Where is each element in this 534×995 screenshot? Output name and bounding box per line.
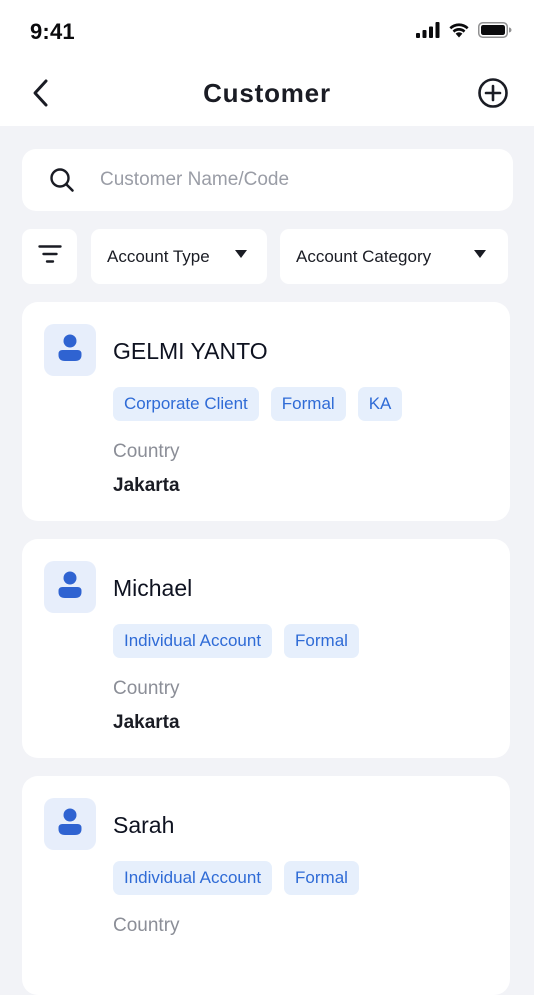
avatar [44, 324, 96, 376]
user-icon [57, 807, 83, 842]
status-bar: 9:41 [0, 0, 534, 66]
avatar [44, 561, 96, 613]
country-label: Country [113, 441, 180, 462]
customer-name: Michael [113, 575, 193, 601]
customer-name: GELMI YANTO [113, 338, 268, 364]
tag-badge: Individual Account [113, 861, 273, 895]
country-label: Country [113, 678, 180, 699]
tag-badge: Formal [284, 861, 359, 895]
customer-card[interactable]: Sarah Individual Account Formal Country [22, 776, 510, 995]
tag-badge: Formal [270, 387, 346, 421]
tag-badge: Individual Account [113, 624, 273, 658]
plus-circle-icon [477, 77, 509, 114]
battery-icon [478, 22, 512, 43]
customer-name: Sarah [113, 812, 175, 838]
filter-button[interactable] [22, 229, 77, 284]
country-value: Jakarta [113, 712, 180, 733]
status-time: 9:41 [30, 19, 75, 44]
tag-badge: Corporate Client [113, 387, 259, 421]
account-category-dropdown[interactable]: Account Category [280, 229, 508, 284]
caret-down-icon [474, 250, 486, 258]
search-bar [22, 149, 513, 211]
user-icon [57, 570, 83, 605]
account-type-dropdown[interactable]: Account Type [91, 229, 267, 284]
filter-bar: Account Type Account Category [22, 229, 512, 284]
account-category-label: Account Category [296, 246, 432, 266]
tag-badge: Formal [284, 624, 359, 658]
top-bar: 9:41 Customer [0, 0, 534, 126]
customer-card[interactable]: Michael Individual Account Formal Countr… [22, 539, 510, 758]
signal-icon [416, 22, 440, 43]
avatar [44, 798, 96, 850]
nav-bar: Customer [0, 66, 534, 126]
add-customer-button[interactable] [474, 76, 512, 114]
account-type-label: Account Type [107, 246, 210, 266]
filter-icon [37, 244, 62, 269]
customer-card[interactable]: GELMI YANTO Corporate Client Formal KA C… [22, 302, 510, 521]
country-label: Country [113, 915, 180, 936]
caret-down-icon [235, 250, 247, 258]
customer-tags: Individual Account Formal [113, 861, 359, 895]
status-icons [416, 22, 512, 43]
page-title: Customer [203, 78, 331, 108]
country-value: Jakarta [113, 475, 180, 496]
user-icon [57, 333, 83, 368]
search-input[interactable] [98, 168, 462, 192]
search-icon [48, 166, 76, 194]
customer-tags: Corporate Client Formal KA [113, 387, 403, 421]
tag-badge: KA [357, 387, 403, 421]
customer-tags: Individual Account Formal [113, 624, 359, 658]
wifi-icon [448, 22, 470, 43]
